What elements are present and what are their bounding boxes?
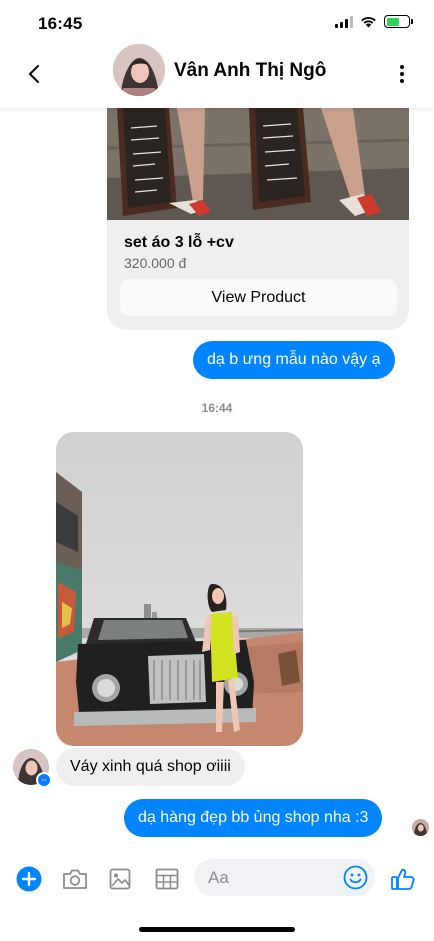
outgoing-message[interactable]: dạ b ưng mẫu nào vậy ạ	[193, 341, 395, 379]
product-price: 320.000 đ	[124, 255, 187, 271]
camera-button[interactable]	[60, 864, 90, 894]
sticker-icon	[155, 868, 179, 890]
contact-small-avatar[interactable]	[13, 749, 52, 788]
more-vertical-icon	[400, 65, 404, 69]
plus-circle-icon	[16, 866, 42, 892]
wifi-icon	[361, 16, 376, 27]
more-options-button[interactable]	[392, 60, 412, 88]
outgoing-message[interactable]: dạ hàng đẹp bb ủng shop nha :3	[124, 799, 383, 837]
image-icon	[109, 868, 131, 890]
view-product-button[interactable]: View Product	[120, 279, 397, 316]
message-input[interactable]	[208, 859, 338, 896]
contact-name[interactable]: Vân Anh Thị Ngô	[174, 60, 326, 82]
sticker-button[interactable]	[152, 864, 182, 894]
more-actions-button[interactable]	[14, 864, 44, 894]
product-title: set áo 3 lỗ +cv	[124, 234, 234, 251]
messenger-icon	[36, 772, 52, 788]
thumbs-up-icon	[391, 868, 415, 890]
message-composer	[0, 856, 434, 902]
home-indicator[interactable]	[139, 927, 295, 932]
back-button[interactable]	[20, 60, 48, 88]
status-time: 16:45	[38, 14, 83, 33]
status-icons	[335, 15, 413, 28]
product-image[interactable]	[107, 108, 409, 220]
emoji-icon[interactable]	[343, 865, 368, 890]
like-button[interactable]	[388, 864, 418, 894]
signal-icon	[335, 15, 353, 28]
status-bar: 16:45	[0, 0, 434, 46]
gallery-button[interactable]	[105, 864, 135, 894]
chat-header: Vân Anh Thị Ngô	[0, 44, 434, 108]
photo-message[interactable]	[56, 432, 303, 746]
battery-charging-icon	[384, 15, 413, 28]
incoming-message[interactable]: Váy xinh quá shop ơiiii	[56, 748, 245, 786]
contact-avatar[interactable]	[113, 44, 165, 96]
camera-icon	[63, 869, 87, 889]
product-card[interactable]: set áo 3 lỗ +cv 320.000 đ View Product	[107, 108, 409, 330]
message-timestamp: 16:44	[201, 401, 233, 415]
message-input-container[interactable]	[194, 859, 375, 896]
chevron-left-icon	[29, 65, 39, 83]
seen-avatar	[412, 819, 429, 836]
